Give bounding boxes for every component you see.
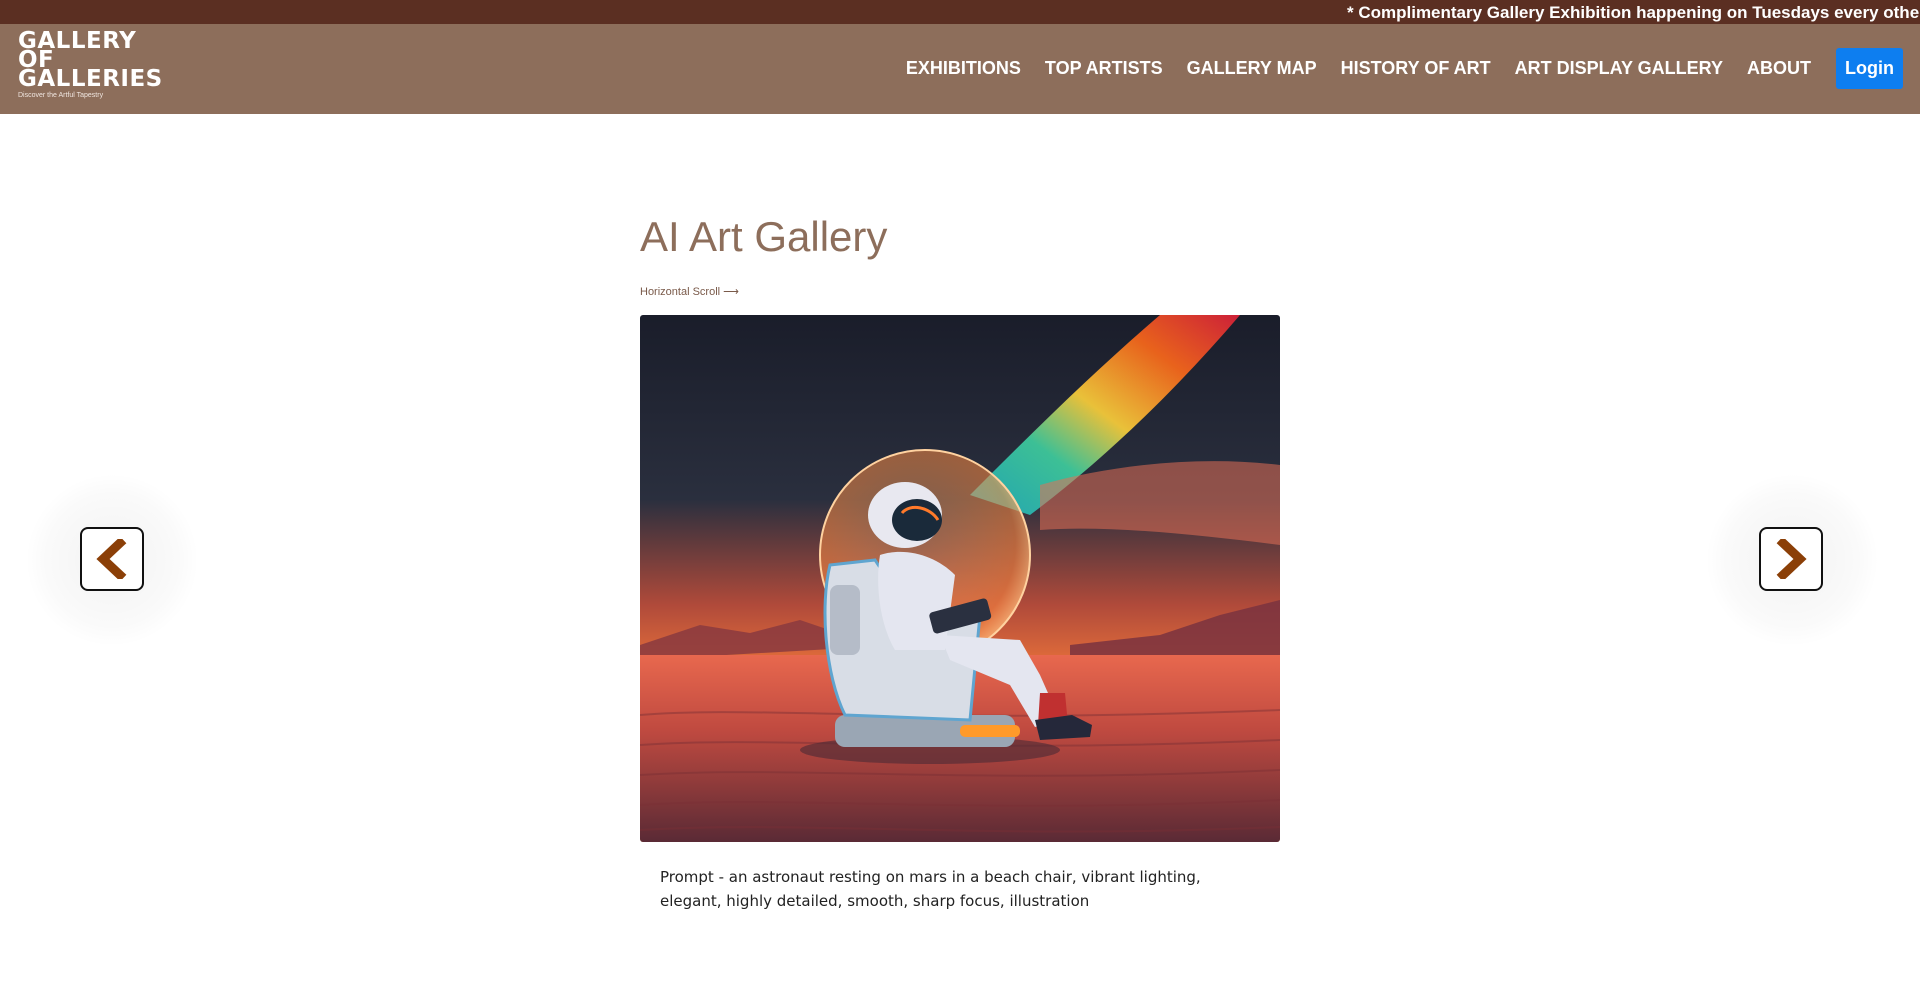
logo-tagline: Discover the Artful Tapestry [18, 92, 104, 99]
nav-about[interactable]: ABOUT [1747, 58, 1811, 79]
site-logo[interactable]: GALLERY OF GALLERIES Discover the Artful… [18, 30, 163, 100]
horizontal-scroll-hint: Horizontal Scroll ⟶ [640, 286, 739, 298]
prev-button[interactable] [80, 527, 144, 591]
main-nav: EXHIBITIONS TOP ARTISTS GALLERY MAP HIST… [882, 48, 1903, 89]
page-title: AI Art Gallery [640, 213, 888, 260]
chevron-left-icon [96, 539, 127, 579]
nav-top-artists[interactable]: TOP ARTISTS [1045, 58, 1163, 79]
nav-art-display-gallery[interactable]: ART DISPLAY GALLERY [1515, 58, 1723, 79]
logo-line-3: GALLERIES [18, 66, 163, 92]
nav-exhibitions[interactable]: EXHIBITIONS [906, 58, 1021, 79]
nav-gallery-map[interactable]: GALLERY MAP [1187, 58, 1317, 79]
chevron-right-icon [1776, 539, 1807, 579]
nav-history-of-art[interactable]: HISTORY OF ART [1341, 58, 1491, 79]
announcement-bar: * Complimentary Gallery Exhibition happe… [0, 0, 1920, 24]
navbar: GALLERY OF GALLERIES Discover the Artful… [0, 24, 1920, 114]
artwork-caption: Prompt - an astronaut resting on mars in… [660, 868, 1201, 910]
announcement-text: * Complimentary Gallery Exhibition happe… [1347, 3, 1920, 22]
artwork-image [640, 315, 1280, 842]
next-button[interactable] [1759, 527, 1823, 591]
login-button[interactable]: Login [1836, 48, 1903, 89]
